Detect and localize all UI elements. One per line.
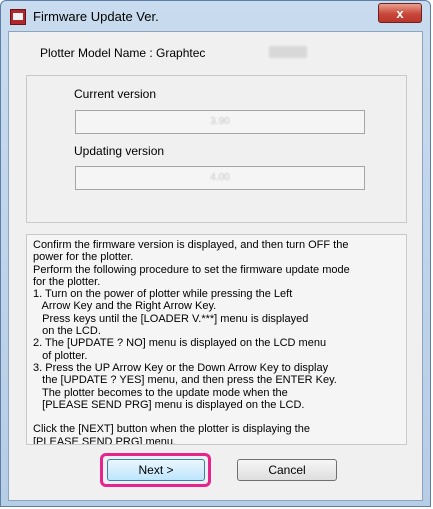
cancel-button[interactable]: Cancel <box>237 459 337 481</box>
model-name-redacted <box>269 46 307 58</box>
instructions-text: Confirm the firmware version is displaye… <box>26 234 407 445</box>
updating-version-value: 4.00 <box>210 172 230 183</box>
current-version-label: Current version <box>74 87 157 101</box>
app-icon <box>10 9 26 25</box>
dialog-body: Plotter Model Name : Graphtec Current ve… <box>8 31 423 501</box>
current-version-value: 3.90 <box>210 116 230 127</box>
current-version-field: 3.90 <box>75 110 365 134</box>
close-button[interactable]: x <box>378 3 422 23</box>
version-panel: Current version 3.90 Updating version 4.… <box>26 75 407 223</box>
window-title: Firmware Update Ver. <box>33 9 159 24</box>
firmware-update-window: Firmware Update Ver. x Plotter Model Nam… <box>0 0 431 507</box>
updating-version-label: Updating version <box>74 144 165 158</box>
updating-version-field: 4.00 <box>75 166 365 190</box>
title-bar: Firmware Update Ver. x <box>1 1 430 31</box>
next-button-highlight <box>100 453 211 487</box>
plotter-model-label: Plotter Model Name : Graphtec <box>40 46 206 60</box>
